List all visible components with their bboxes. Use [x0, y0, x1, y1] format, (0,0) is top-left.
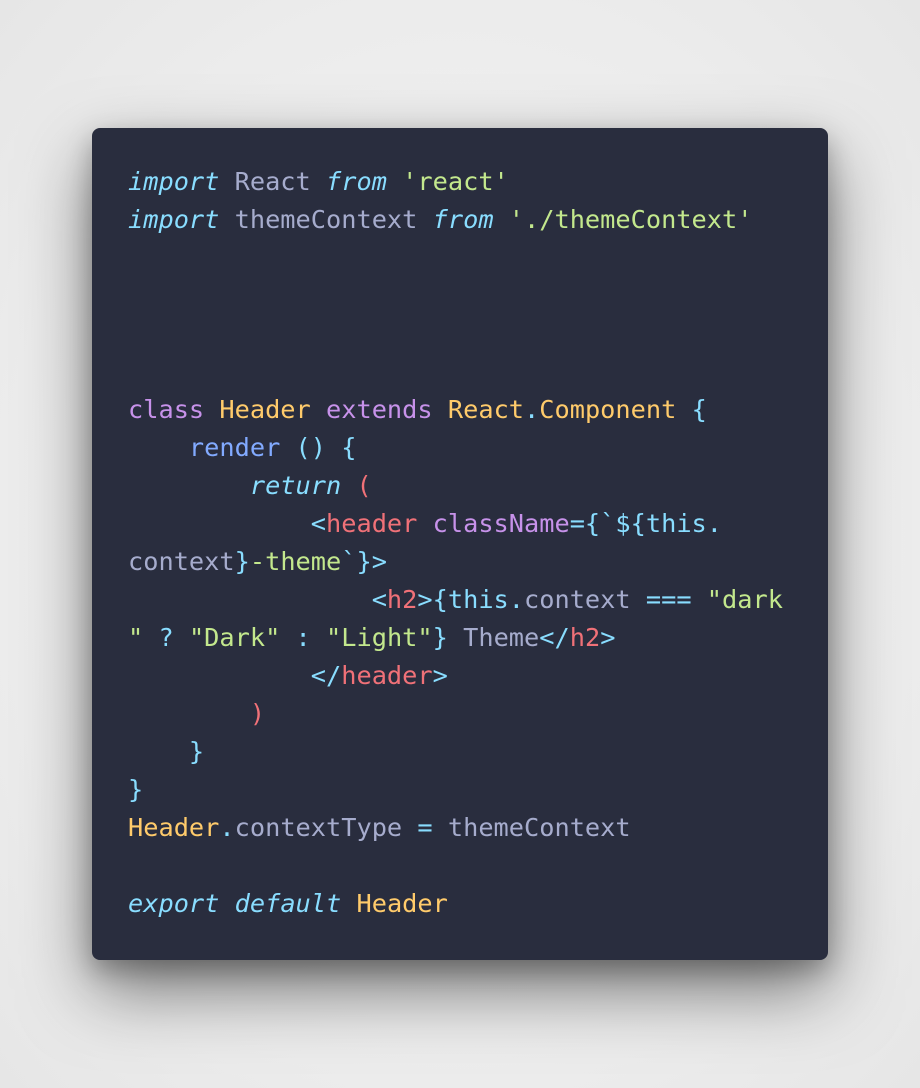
code-token: context: [128, 547, 235, 576]
code-token: React: [447, 395, 525, 424]
code-token: =: [402, 813, 448, 842]
code-token: .: [706, 509, 723, 538]
code-line: import themeContext from './themeContext…: [128, 201, 828, 239]
code-line: }: [128, 733, 828, 771]
code-token: from: [326, 167, 387, 196]
code-token: :: [280, 623, 327, 652]
code-token: themeContext: [219, 205, 433, 234]
code-line: " ? "Dark" : "Light"} Theme</h2>: [128, 619, 828, 657]
code-token: ": [128, 623, 144, 652]
code-token: >: [600, 623, 616, 652]
code-token: this: [645, 509, 707, 538]
code-token: </: [539, 623, 570, 652]
code-token: <: [371, 585, 387, 614]
code-token: ={`${: [569, 509, 646, 538]
code-line: <h2>{this.context === "dark: [128, 581, 828, 619]
code-token: }: [234, 547, 250, 576]
code-line: import React from 'react': [128, 163, 828, 201]
code-token: () {: [280, 433, 357, 462]
code-token: context: [524, 585, 631, 614]
code-token: "Light": [326, 623, 433, 652]
code-token: Component: [539, 395, 677, 424]
code-token: Header: [128, 813, 220, 842]
code-line: <header className={`${this.: [128, 505, 828, 543]
code-line: ): [128, 695, 828, 733]
code-token: ?: [143, 623, 189, 652]
code-token: import: [128, 205, 220, 234]
code-line: render () {: [128, 429, 828, 467]
code-line: </header>: [128, 657, 828, 695]
code-token: ===: [630, 585, 707, 614]
code-token: }: [432, 623, 448, 652]
code-token: this: [447, 585, 509, 614]
code-token: class: [128, 395, 205, 424]
code-token: >{: [417, 585, 448, 614]
code-token: ): [249, 699, 266, 728]
code-token: 'react': [402, 167, 509, 196]
code-token: return: [249, 471, 342, 500]
code-block: import React from 'react' import themeCon…: [128, 163, 828, 923]
code-token: export: [128, 889, 220, 918]
code-token: Header: [219, 395, 311, 424]
code-line: class Header extends React.Component {: [128, 391, 828, 429]
code-token: className: [432, 509, 570, 538]
code-token: }: [188, 737, 205, 766]
code-token: </: [310, 661, 342, 690]
code-line: context}-theme`}>: [128, 543, 828, 581]
code-token: contextType: [234, 813, 403, 842]
code-line: }: [128, 771, 828, 809]
code-token: `}>: [341, 547, 387, 576]
code-token: .: [508, 585, 525, 614]
code-token: h2: [386, 585, 418, 614]
code-token: }: [128, 775, 144, 804]
code-token: import: [128, 167, 220, 196]
code-token: "Dark": [188, 623, 281, 652]
code-token: React: [219, 167, 327, 196]
code-token: render: [188, 433, 281, 462]
code-token: from: [432, 205, 494, 234]
code-token: {: [676, 395, 707, 424]
code-token: default: [234, 889, 342, 918]
code-token: Header: [356, 889, 448, 918]
code-token: Theme: [447, 623, 540, 652]
code-token: "dark: [706, 585, 783, 614]
code-token: (: [341, 471, 372, 500]
code-snippet-card: import React from 'react' import themeCon…: [92, 128, 828, 960]
code-token: .: [524, 395, 540, 424]
code-line: export default Header: [128, 885, 828, 923]
code-token: h2: [569, 623, 601, 652]
code-token: >: [432, 661, 448, 690]
code-token: .: [219, 813, 235, 842]
code-line: return (: [128, 467, 828, 505]
code-token: -theme: [249, 547, 342, 576]
code-token: header: [326, 509, 418, 538]
code-token: extends: [326, 395, 433, 424]
code-token: header: [341, 661, 433, 690]
code-token: themeContext: [447, 813, 631, 842]
code-line: Header.contextType = themeContext: [128, 809, 828, 847]
code-token: './themeContext': [508, 205, 753, 234]
code-token: <: [310, 509, 326, 538]
